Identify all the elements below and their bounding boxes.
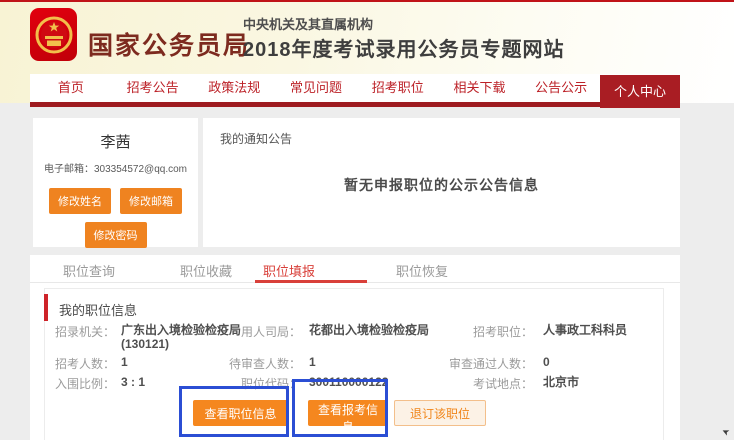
field-label-position-title: 招考职位：: [427, 323, 533, 340]
nav-item-faq[interactable]: 常见问题: [275, 74, 357, 102]
nav-item-announcements[interactable]: 招考公告: [112, 74, 194, 102]
nav-item-positions[interactable]: 招考职位: [357, 74, 439, 102]
position-tabs: 职位查询 职位收藏 职位填报 职位恢复: [30, 255, 680, 283]
user-name: 李茜: [33, 131, 198, 152]
nav-items: 首页 招考公告 政策法规 常见问题 招考职位 相关下载 公告公示: [30, 74, 602, 102]
field-value-employing-bureau: 花都出入境检验检疫局: [309, 323, 429, 337]
national-emblem-logo: [30, 8, 77, 61]
tab-position-search[interactable]: 职位查询: [63, 261, 115, 280]
user-email: 电子邮箱：303354572@qq.com: [33, 160, 198, 175]
agency-name: 国家公务员局: [88, 26, 250, 62]
tab-position-apply[interactable]: 职位填报: [263, 261, 315, 280]
field-value-shortlist-ratio: 3 : 1: [121, 375, 145, 389]
edit-email-button[interactable]: 修改邮箱: [120, 188, 182, 214]
field-label-approved-count: 审查通过人数：: [427, 355, 533, 372]
site-title: 2018年度考试录用公务员专题网站: [243, 33, 565, 62]
highlight-box-view-application: [292, 379, 388, 437]
main-nav: 首页 招考公告 政策法规 常见问题 招考职位 相关下载 公告公示: [30, 74, 680, 102]
mouse-cursor-icon: ➤: [720, 425, 731, 438]
nav-item-downloads[interactable]: 相关下载: [439, 74, 521, 102]
field-value-pending-review: 1: [309, 355, 316, 369]
tab-position-restore[interactable]: 职位恢复: [396, 261, 448, 280]
field-label-exam-location: 考试地点：: [427, 375, 533, 392]
field-label-shortlist-ratio: 入围比例：: [51, 375, 115, 392]
nav-item-personal-center[interactable]: 个人中心: [600, 75, 680, 108]
field-value-openings: 1: [121, 355, 128, 369]
field-value-approved-count: 0: [543, 355, 550, 369]
nav-item-home[interactable]: 首页: [30, 74, 112, 102]
nav-underline: [30, 102, 680, 107]
notice-empty-message: 暂无申报职位的公示公告信息: [203, 175, 680, 195]
field-label-pending-review: 待审查人数：: [213, 355, 301, 372]
nav-item-policies[interactable]: 政策法规: [193, 74, 275, 102]
edit-name-button[interactable]: 修改姓名: [49, 188, 111, 214]
section-accent-bar: [44, 294, 48, 321]
tab-position-favorites[interactable]: 职位收藏: [180, 261, 232, 280]
field-value-exam-location: 北京市: [543, 375, 579, 389]
notice-title: 我的通知公告: [220, 130, 292, 147]
emblem-icon: [34, 13, 74, 57]
notice-panel: 我的通知公告 暂无申报职位的公示公告信息: [203, 118, 680, 247]
field-label-recruiting-agency: 招录机关：: [51, 323, 115, 340]
active-tab-underline: [255, 280, 367, 283]
edit-password-button[interactable]: 修改密码: [85, 222, 147, 248]
site-subtitle: 中央机关及其直属机构: [243, 14, 373, 33]
field-label-employing-bureau: 用人司局：: [213, 323, 301, 340]
highlight-box-view-position: [179, 386, 289, 437]
nav-item-public-notices[interactable]: 公告公示: [520, 74, 602, 102]
unsubscribe-position-button[interactable]: 退订该职位: [394, 400, 486, 426]
field-value-position-title: 人事政工科科员: [543, 323, 627, 337]
section-title: 我的职位信息: [59, 300, 137, 319]
field-label-openings: 招考人数：: [51, 355, 115, 372]
profile-panel: 李茜 电子邮箱：303354572@qq.com 修改姓名 修改邮箱 修改密码: [33, 118, 198, 247]
